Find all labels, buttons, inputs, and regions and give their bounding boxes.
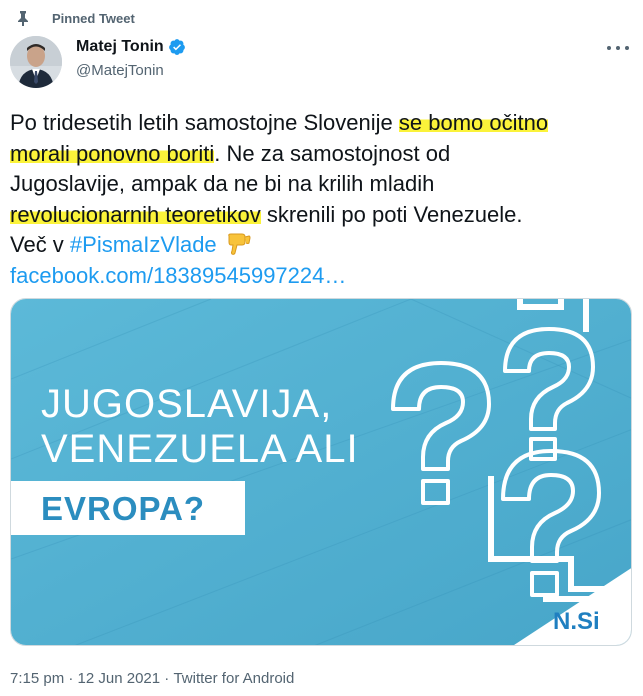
tweet-date[interactable]: 12 Jun 2021 bbox=[78, 670, 161, 687]
tweet-line-1: Po tridesetih letih samostojne Slovenije… bbox=[10, 108, 630, 139]
external-link[interactable]: facebook.com/18389545997224… bbox=[10, 263, 346, 288]
tweet-line-3: Jugoslavije, ampak da ne bi na krilih ml… bbox=[10, 171, 435, 196]
verified-badge-icon bbox=[168, 38, 186, 56]
tweet-line-4: revolucionarnih teoretikov skrenili po p… bbox=[10, 200, 630, 231]
avatar[interactable] bbox=[10, 36, 62, 88]
highlighted-text: se bomo očitno bbox=[398, 110, 549, 135]
tweet-text: Po tridesetih letih samostojne Slovenije… bbox=[10, 108, 630, 291]
more-options-icon[interactable] bbox=[607, 42, 629, 54]
tweet-time[interactable]: 7:15 pm bbox=[10, 670, 64, 687]
card-line-2: VENEZUELA ALI bbox=[41, 427, 359, 471]
tweet-text-segment: Več v bbox=[10, 232, 70, 257]
pointing-down-hand-icon bbox=[225, 233, 251, 255]
author-name-row[interactable]: Matej Tonin bbox=[76, 38, 186, 56]
tweet-image-card[interactable]: JUGOSLAVIJA, VENEZUELA ALI EVROPA? N.Si bbox=[10, 298, 632, 646]
tweet-line-6: facebook.com/18389545997224… bbox=[10, 261, 630, 292]
tweet-metadata: 7:15 pm · 12 Jun 2021 · Twitter for Andr… bbox=[10, 670, 294, 687]
tweet-source[interactable]: Twitter for Android bbox=[173, 670, 294, 687]
meta-separator: · bbox=[64, 670, 78, 687]
highlighted-text: morali ponovno boriti bbox=[10, 140, 215, 166]
party-logo: N.Si bbox=[553, 608, 600, 635]
highlighted-text: revolucionarnih teoretikov bbox=[10, 201, 261, 227]
pin-icon bbox=[14, 9, 44, 27]
tweet-line-5: Več v #PismaIzVlade bbox=[10, 230, 630, 261]
pinned-tweet-header: Pinned Tweet bbox=[14, 9, 135, 27]
tweet-text-segment: skrenili po poti Venezuele. bbox=[260, 201, 523, 227]
card-highlight-text: EVROPA? bbox=[41, 490, 205, 527]
tweet-text-segment: . Ne za samostojnost od bbox=[214, 140, 451, 166]
author-handle[interactable]: @MatejTonin bbox=[76, 62, 164, 79]
card-line-1: JUGOSLAVIJA, bbox=[41, 382, 332, 426]
tweet-text-segment: Po tridesetih letih samostojne Slovenije bbox=[10, 110, 399, 135]
author-name[interactable]: Matej Tonin bbox=[76, 38, 164, 56]
pinned-label: Pinned Tweet bbox=[52, 10, 135, 26]
tweet-line-2: morali ponovno boriti. Ne za samostojnos… bbox=[10, 139, 630, 170]
meta-separator: · bbox=[160, 670, 174, 687]
hashtag-link[interactable]: #PismaIzVlade bbox=[70, 232, 217, 257]
